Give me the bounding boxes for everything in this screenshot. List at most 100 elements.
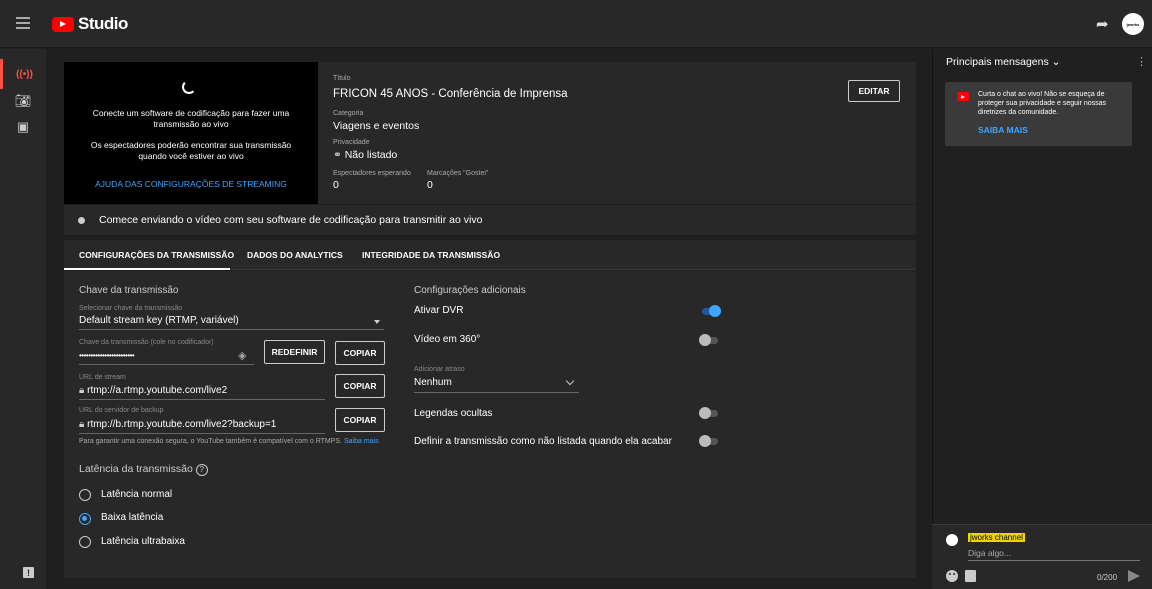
copy-key-button[interactable]: COPIAR [335, 341, 385, 365]
lock-icon: 🔒︎ [79, 419, 88, 430]
edit-button[interactable]: EDITAR [848, 80, 900, 102]
stream-info-panel [318, 62, 916, 204]
radio-low-latency[interactable] [79, 513, 91, 525]
link-icon: ⚭ [333, 149, 345, 161]
chat-input-underline [968, 560, 1140, 561]
chat-title-text: Principais mensagens [946, 56, 1049, 68]
stream-url-value: rtmp://a.rtmp.youtube.com/live2 [87, 385, 228, 396]
emoji-icon[interactable] [946, 570, 958, 582]
stream-key-field[interactable]: •••••••••••••••••••••••• [79, 351, 135, 360]
tab-stream-health[interactable]: INTEGRIDADE DA TRANSMISSÃO [362, 250, 500, 260]
privacy-value: Não listado [344, 149, 398, 161]
backup-underline [79, 433, 325, 434]
camera-icon: 📷︎ [14, 93, 32, 108]
captions-label: Legendas ocultas [414, 408, 493, 419]
normal-latency-label: Latência normal [101, 489, 173, 500]
menu-icon[interactable] [16, 17, 30, 29]
copy-backup-button[interactable]: COPIAR [335, 408, 385, 432]
additional-section-title: Configurações adicionais [414, 285, 526, 296]
tab-bar: CONFIGURAÇÕES DA TRANSMISSÃO DADOS DO AN… [64, 240, 916, 270]
more-options-icon[interactable]: ⋮ [1136, 55, 1147, 68]
unlisted-end-label: Definir a transmissão como não listada q… [414, 436, 672, 447]
copy-url-button[interactable]: COPIAR [335, 374, 385, 398]
stream-title: FRICON 45 ANOS - Conferência de Imprensa [333, 88, 568, 100]
studio-label: Studio [78, 14, 128, 33]
dvr-toggle[interactable] [699, 304, 721, 318]
help-icon[interactable]: ? [195, 464, 208, 476]
stream-url-field[interactable]: 🔒︎ rtmp://a.rtmp.youtube.com/live2 [79, 385, 227, 396]
loading-spinner-icon [182, 80, 196, 94]
learn-more-link[interactable]: Saiba mais [344, 438, 379, 445]
stream-privacy: ⚭ Não listado [333, 149, 397, 161]
preview-viewers-message: Os espectadores poderão encontrar sua tr… [90, 140, 292, 161]
video360-label: Vídeo em 360° [414, 334, 481, 345]
latency-title-text: Latência da transmissão [79, 463, 193, 475]
chevron-down-icon: ⌄ [1051, 56, 1061, 68]
stream-key-section-title: Chave da transmissão [79, 285, 179, 296]
nav-manage[interactable]: ▣ [0, 112, 46, 142]
backup-url-label: URL do servidor de backup [79, 407, 164, 414]
stream-key-label: Chave da transmissão (cole no codificado… [79, 339, 214, 346]
reset-key-button[interactable]: REDEFINIR [264, 340, 325, 364]
left-nav: ((•)) 📷︎ ▣ [0, 49, 46, 589]
backup-url-value: rtmp://b.rtmp.youtube.com/live2?backup=1 [87, 419, 277, 430]
tab-stream-settings[interactable]: CONFIGURAÇÕES DA TRANSMISSÃO [79, 250, 234, 260]
banner-text: Curta o chat ao vivo! Não se esqueça de … [978, 91, 1107, 116]
stream-category: Viagens e eventos [333, 120, 420, 132]
low-latency-label: Baixa latência [101, 512, 164, 523]
stream-url-label: URL de stream [79, 374, 126, 381]
waiting-label: Espectadores esperando [333, 170, 411, 177]
stream-key-select[interactable]: Default stream key (RTMP, variável) [79, 315, 239, 326]
streaming-help-link[interactable]: AJUDA DAS CONFIGURAÇÕES DE STREAMING [76, 179, 306, 189]
likes-count: 0 [427, 179, 433, 191]
dropdown-arrow-icon[interactable] [374, 320, 380, 324]
youtube-logo-icon [52, 16, 74, 32]
backup-url-field[interactable]: 🔒︎ rtmp://b.rtmp.youtube.com/live2?backu… [79, 419, 276, 430]
youtube-logo-icon [957, 92, 969, 101]
char-counter: 0/200 [1097, 573, 1118, 582]
captions-toggle[interactable] [699, 406, 721, 420]
send-icon[interactable] [1128, 570, 1140, 582]
status-text: Comece enviando o vídeo com seu software… [99, 214, 483, 226]
url-underline [79, 399, 325, 400]
share-arrow-icon[interactable]: ➦ [1096, 15, 1112, 33]
active-tab-indicator [64, 268, 230, 270]
rtmps-note-text: Para garantir uma conexão segura, o YouT… [79, 438, 343, 445]
live-stream-icon: ((•)) [16, 68, 33, 80]
account-avatar[interactable]: jworks [1122, 13, 1144, 35]
lock-icon: 🔒︎ [79, 385, 88, 396]
select-underline [79, 329, 384, 330]
latency-section-title: Latência da transmissão ? [79, 463, 208, 476]
stream-key-select-label: Selecionar chave da transmissão [79, 305, 183, 312]
super-chat-icon[interactable] [965, 570, 976, 582]
ultralow-latency-label: Latência ultrabaixa [101, 536, 185, 547]
category-label: Categoria [333, 110, 364, 117]
feedback-icon[interactable]: ! [23, 567, 34, 578]
chat-mode-selector[interactable]: Principais mensagens ⌄ [946, 56, 1060, 68]
preview-connect-message: Conecte um software de codificação para … [92, 108, 290, 129]
chat-message-input[interactable]: Diga algo... [968, 548, 1140, 558]
waiting-count: 0 [333, 179, 339, 191]
delay-select[interactable]: Nenhum [414, 377, 452, 388]
rtmps-note: Para garantir uma conexão segura, o YouT… [79, 438, 379, 445]
status-bar: Comece enviando o vídeo com seu software… [64, 205, 916, 235]
radio-normal-latency[interactable] [79, 489, 91, 501]
radio-ultralow-latency[interactable] [79, 536, 91, 548]
learn-more-button[interactable]: SAIBA MAIS [978, 125, 1028, 135]
studio-logo[interactable]: Studio [52, 14, 128, 34]
dvr-label: Ativar DVR [414, 305, 464, 316]
chat-username: jworks channel [968, 533, 1025, 542]
calendar-icon: ▣ [16, 119, 30, 134]
tab-analytics[interactable]: DADOS DO ANALYTICS [247, 250, 343, 260]
key-underline [79, 364, 254, 365]
top-bar: Studio ➦ jworks [0, 0, 1152, 48]
visibility-off-icon[interactable]: ◈ [238, 349, 246, 362]
chat-avatar [946, 534, 958, 546]
video360-toggle[interactable] [699, 333, 721, 347]
delay-label: Adicionar atraso [414, 366, 465, 373]
status-dot-icon [78, 216, 85, 224]
chat-welcome-banner: Curta o chat ao vivo! Não se esqueça de … [945, 82, 1132, 146]
delay-underline [414, 392, 579, 393]
nav-stream[interactable]: ((•)) [0, 59, 46, 89]
unlisted-end-toggle[interactable] [699, 434, 721, 448]
